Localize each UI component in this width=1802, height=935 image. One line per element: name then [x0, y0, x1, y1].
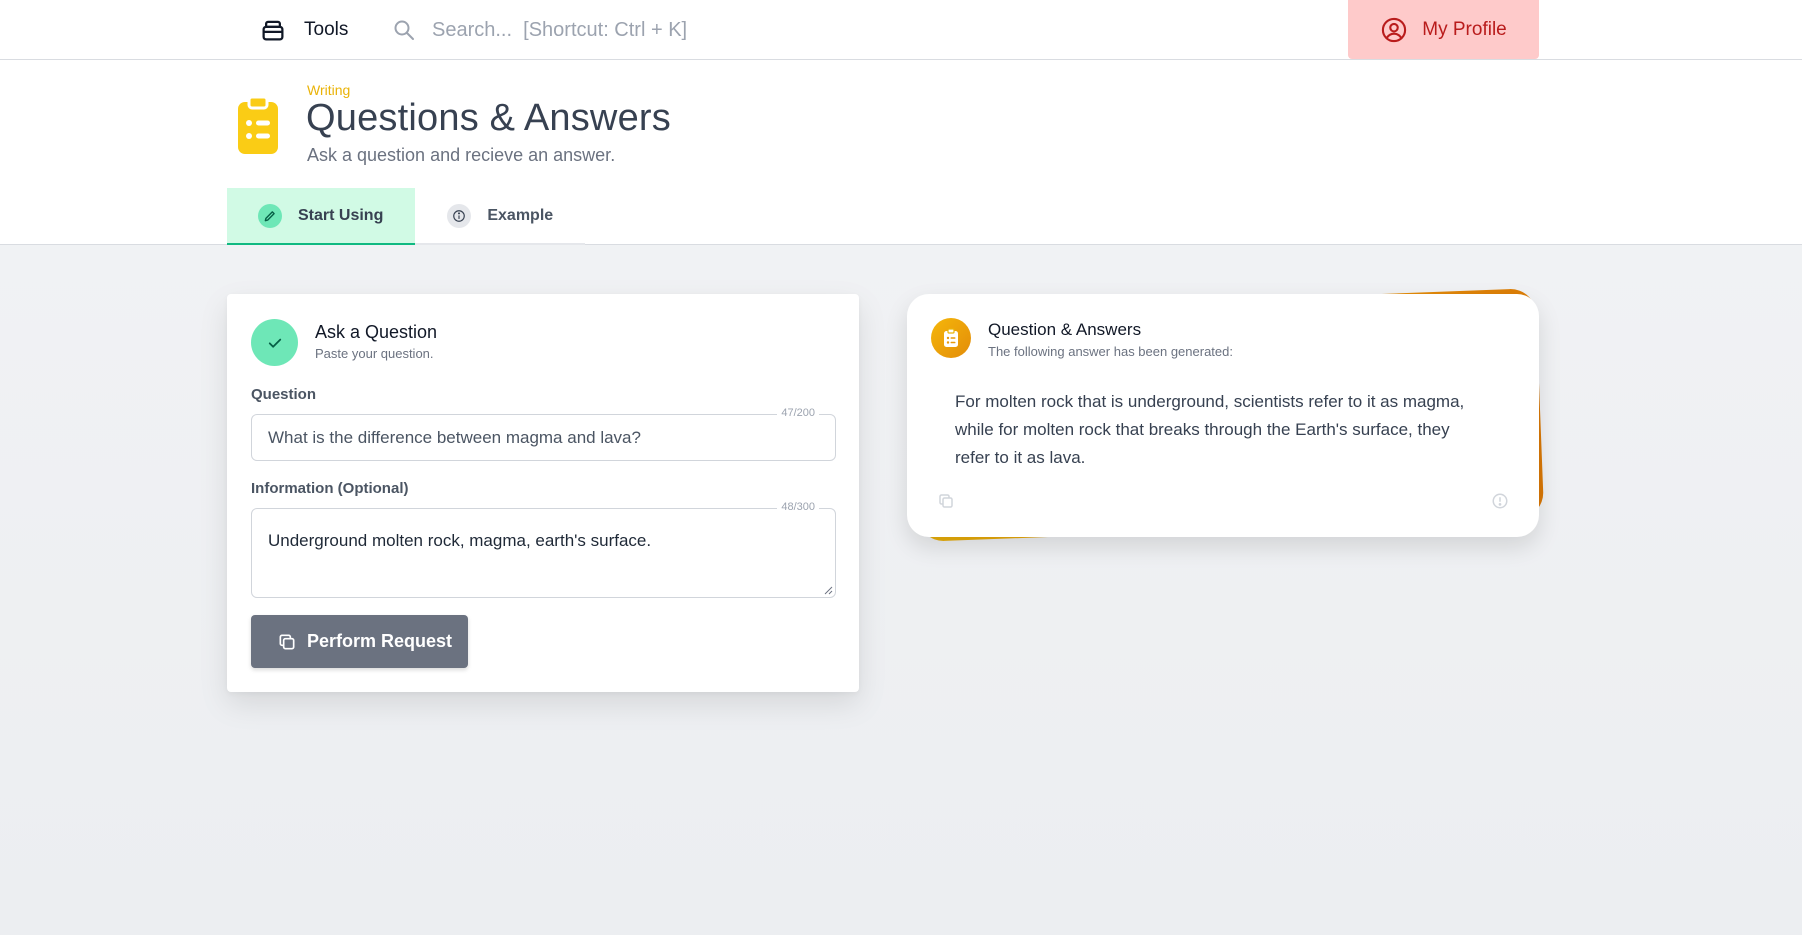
- tools-label: Tools: [304, 19, 349, 40]
- pencil-icon: [258, 203, 282, 228]
- ask-question-card: Ask a Question Paste your question. Ques…: [227, 294, 859, 692]
- copy-answer-icon[interactable]: [937, 492, 955, 510]
- search-icon: [394, 20, 414, 40]
- perform-request-label: Perform Request: [307, 631, 453, 651]
- search-bar: [392, 14, 732, 46]
- clipboard-list-icon: [238, 96, 278, 154]
- user-circle-icon: [1382, 17, 1407, 42]
- tab-example[interactable]: Example: [415, 188, 586, 245]
- report-info-icon[interactable]: [1491, 492, 1509, 510]
- information-field-box: Underground molten rock, magma, earth's …: [251, 508, 836, 598]
- tab-start-using[interactable]: Start Using: [227, 188, 416, 245]
- information-label: Information (Optional): [251, 480, 409, 497]
- form-title: Ask a Question: [315, 322, 438, 342]
- answer-subtitle: The following answer has been generated:: [988, 344, 1233, 359]
- information-char-counter: 48/300: [777, 501, 819, 513]
- answer-text: For molten rock that is underground, sci…: [955, 392, 1465, 467]
- info-icon: [447, 203, 472, 228]
- perform-request-button[interactable]: Perform Request: [251, 615, 468, 668]
- page-title: Questions & Answers: [306, 97, 671, 139]
- question-input[interactable]: [252, 415, 835, 460]
- question-label: Question: [251, 386, 317, 403]
- tab-start-using-label: Start Using: [298, 206, 384, 224]
- tab-example-label: Example: [487, 206, 554, 224]
- check-icon: [251, 319, 298, 366]
- page-category: Writing: [307, 82, 351, 98]
- resize-handle-icon[interactable]: [823, 585, 833, 595]
- question-char-counter: 47/200: [777, 407, 819, 419]
- clipboard-icon: [931, 318, 971, 358]
- tools-link[interactable]: Tools: [258, 14, 348, 46]
- page-subtitle: Ask a question and recieve an answer.: [307, 145, 616, 165]
- information-textarea[interactable]: Underground molten rock, magma, earth's …: [252, 509, 835, 597]
- question-field-box: [251, 414, 836, 461]
- top-nav-bar: Tools My Profile: [0, 0, 1802, 60]
- answer-card-stack: Question & Answers The following answer …: [906, 278, 1546, 558]
- page-header: Writing Questions & Answers Ask a questi…: [0, 60, 1802, 245]
- answer-card: Question & Answers The following answer …: [907, 294, 1539, 537]
- tab-bar: Start Using Example: [227, 188, 586, 245]
- my-profile-button[interactable]: My Profile: [1348, 0, 1539, 59]
- search-input[interactable]: [432, 18, 732, 42]
- copy-icon: [279, 634, 295, 649]
- form-subtitle: Paste your question.: [315, 346, 434, 361]
- answer-title: Question & Answers: [988, 320, 1142, 339]
- my-profile-label: My Profile: [1422, 18, 1507, 40]
- toolbox-icon: [262, 20, 284, 41]
